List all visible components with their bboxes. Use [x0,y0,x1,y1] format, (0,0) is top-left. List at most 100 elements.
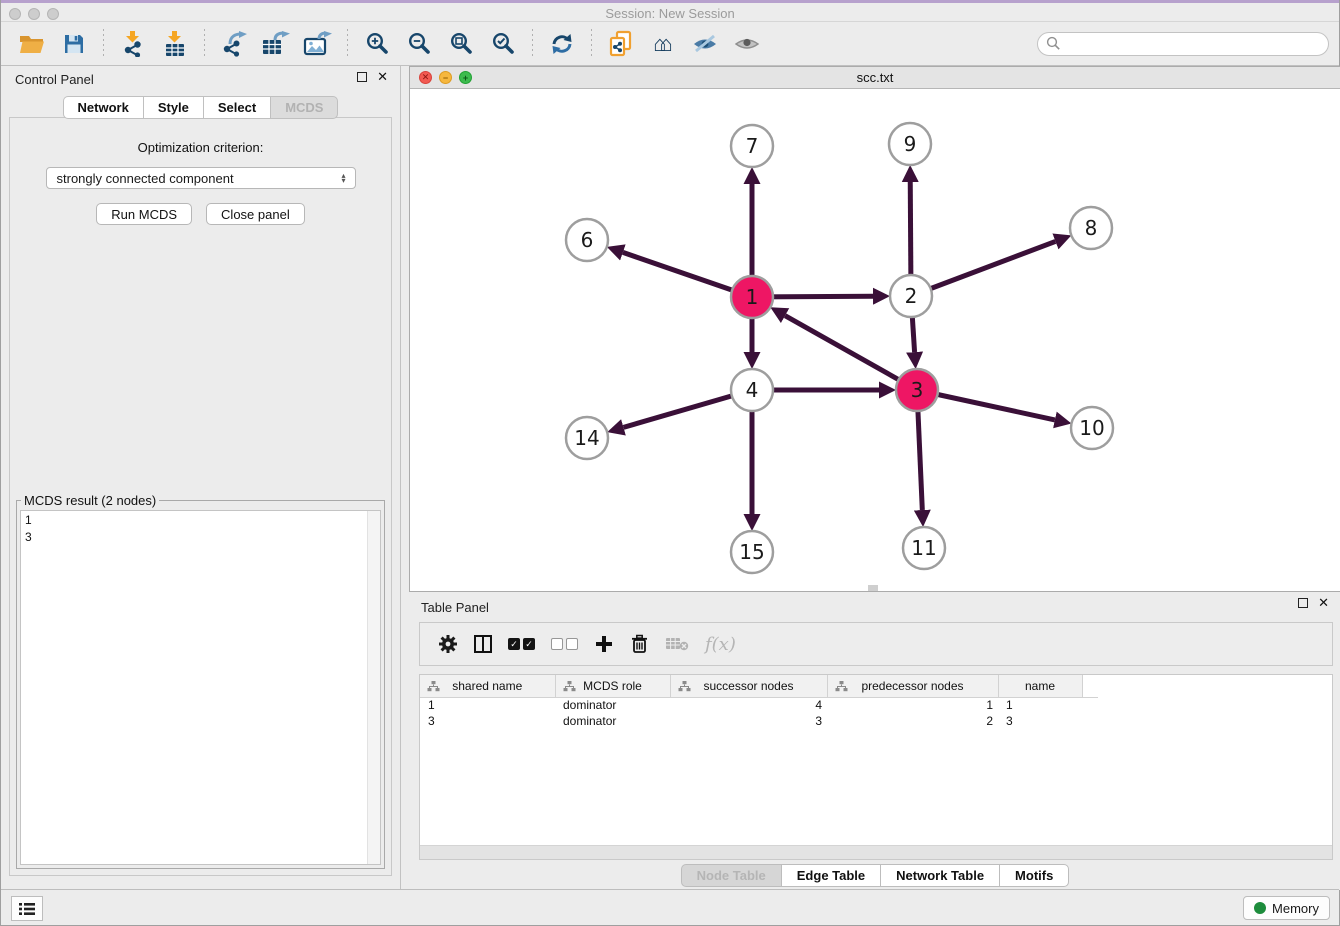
network-graph[interactable]: 7 9 6 8 1 2 4 3 14 10 15 11 [410,89,1340,591]
table-horizontal-scrollbar[interactable] [420,845,1332,859]
tab-network-table[interactable]: Network Table [880,864,999,887]
function-builder-button[interactable]: f(x) [705,634,736,655]
graph-node-4[interactable]: 4 [731,369,773,411]
cell-name[interactable]: 1 [998,697,1082,713]
optimization-criterion-select[interactable]: strongly connected component ▴▾ [46,167,356,189]
column-header-MCDS-role[interactable]: MCDS role [555,675,670,697]
close-panel-button[interactable]: Close panel [206,203,305,225]
close-panel-icon[interactable]: ✕ [377,72,388,82]
trash-icon [630,634,649,654]
delete-table-button[interactable] [665,636,689,652]
graph-node-2[interactable]: 2 [890,275,932,317]
fx-icon: f(x) [705,634,736,655]
network-view-window: ✕ − + scc.txt 7 9 6 8 1 2 4 3 14 10 15 11 [409,66,1340,592]
refresh-button[interactable] [545,27,579,61]
graph-node-11[interactable]: 11 [903,527,945,569]
save-session-button[interactable] [57,27,91,61]
select-all-button[interactable]: ✓ ✓ [508,638,535,650]
toolbar-separator [103,29,104,59]
column-layout-button[interactable] [474,635,492,653]
export-image-button[interactable] [301,27,335,61]
run-mcds-button[interactable]: Run MCDS [96,203,192,225]
tab-select[interactable]: Select [203,96,270,119]
graph-node-14[interactable]: 14 [566,417,608,459]
network-canvas[interactable]: 7 9 6 8 1 2 4 3 14 10 15 11 [410,89,1340,591]
cell-successor-nodes[interactable]: 3 [670,713,827,729]
tab-node-table[interactable]: Node Table [681,864,781,887]
cell-predecessor-nodes[interactable]: 1 [827,697,998,713]
cell-successor-nodes[interactable]: 4 [670,697,827,713]
graph-node-3[interactable]: 3 [896,369,938,411]
delete-column-button[interactable] [630,634,649,654]
tab-edge-table[interactable]: Edge Table [781,864,880,887]
cell-name[interactable]: 3 [998,713,1082,729]
column-header-successor-nodes[interactable]: successor nodes [670,675,827,697]
clone-network-button[interactable] [604,27,638,61]
cell-MCDS-role[interactable]: dominator [555,697,670,713]
close-table-panel-icon[interactable]: ✕ [1318,598,1329,608]
network-title: scc.txt [410,70,1340,85]
export-table-button[interactable] [259,27,293,61]
app-titlebar: Session: New Session [1,0,1339,22]
svg-text:4: 4 [746,378,759,402]
open-session-button[interactable] [15,27,49,61]
svg-text:8: 8 [1085,216,1098,240]
graph-node-9[interactable]: 9 [889,123,931,165]
add-column-button[interactable] [594,634,614,654]
show-all-networks-button[interactable]: ⌂⌂ [646,27,680,61]
tab-motifs[interactable]: Motifs [999,864,1069,887]
export-image-icon [303,31,333,57]
column-header-name[interactable]: name [998,675,1082,697]
float-panel-icon[interactable] [357,72,367,82]
network-window-titlebar[interactable]: ✕ − + scc.txt [410,67,1340,89]
import-table-button[interactable] [158,27,192,61]
tab-network[interactable]: Network [63,96,143,119]
float-table-panel-icon[interactable] [1298,598,1308,608]
graph-node-7[interactable]: 7 [731,125,773,167]
result-scrollbar[interactable] [367,511,380,864]
import-network-button[interactable] [116,27,150,61]
export-network-button[interactable] [217,27,251,61]
save-floppy-icon [63,33,85,55]
memory-status-icon [1254,902,1266,914]
cell-shared-name[interactable]: 3 [420,713,555,729]
hide-selected-button[interactable] [688,27,722,61]
table-settings-button[interactable] [438,634,458,654]
cell-shared-name[interactable]: 1 [420,697,555,713]
table-panel-title: Table Panel [421,600,489,615]
zoom-selected-button[interactable] [486,27,520,61]
graph-node-1[interactable]: 1 [731,276,773,318]
graph-node-15[interactable]: 15 [731,531,773,573]
houses-icon: ⌂⌂ [653,33,666,55]
column-header-shared-name[interactable]: shared name [420,675,555,697]
memory-button[interactable]: Memory [1243,896,1330,920]
graph-node-6[interactable]: 6 [566,219,608,261]
column-header-predecessor-nodes[interactable]: predecessor nodes [827,675,998,697]
cell-predecessor-nodes[interactable]: 2 [827,713,998,729]
search-input[interactable] [1061,36,1320,51]
unchecked-checkbox-icon [566,638,578,650]
graph-node-10[interactable]: 10 [1071,407,1113,449]
task-history-button[interactable] [11,896,43,921]
graph-edge-2-8[interactable] [911,241,1055,296]
graph-node-8[interactable]: 8 [1070,207,1112,249]
zoom-out-button[interactable] [402,27,436,61]
eye-icon [734,34,760,54]
tab-style[interactable]: Style [143,96,203,119]
graph-edge-3-1[interactable] [785,316,917,390]
cell-MCDS-role[interactable]: dominator [555,713,670,729]
splitter-handle[interactable] [868,585,878,591]
import-network-icon [120,31,146,57]
clone-network-icon [608,30,634,58]
deselect-all-button[interactable] [551,638,578,650]
zoom-fit-button[interactable] [444,27,478,61]
show-selected-button[interactable] [730,27,764,61]
mcds-result-area[interactable]: 1 3 [20,510,381,865]
table-row[interactable]: 1dominator411 [420,697,1098,713]
svg-text:9: 9 [904,132,917,156]
table-row[interactable]: 3dominator323 [420,713,1098,729]
tab-mcds[interactable]: MCDS [270,96,338,119]
toolbar-separator [591,29,592,59]
zoom-in-button[interactable] [360,27,394,61]
table-toolbar: ✓ ✓ [419,622,1333,666]
